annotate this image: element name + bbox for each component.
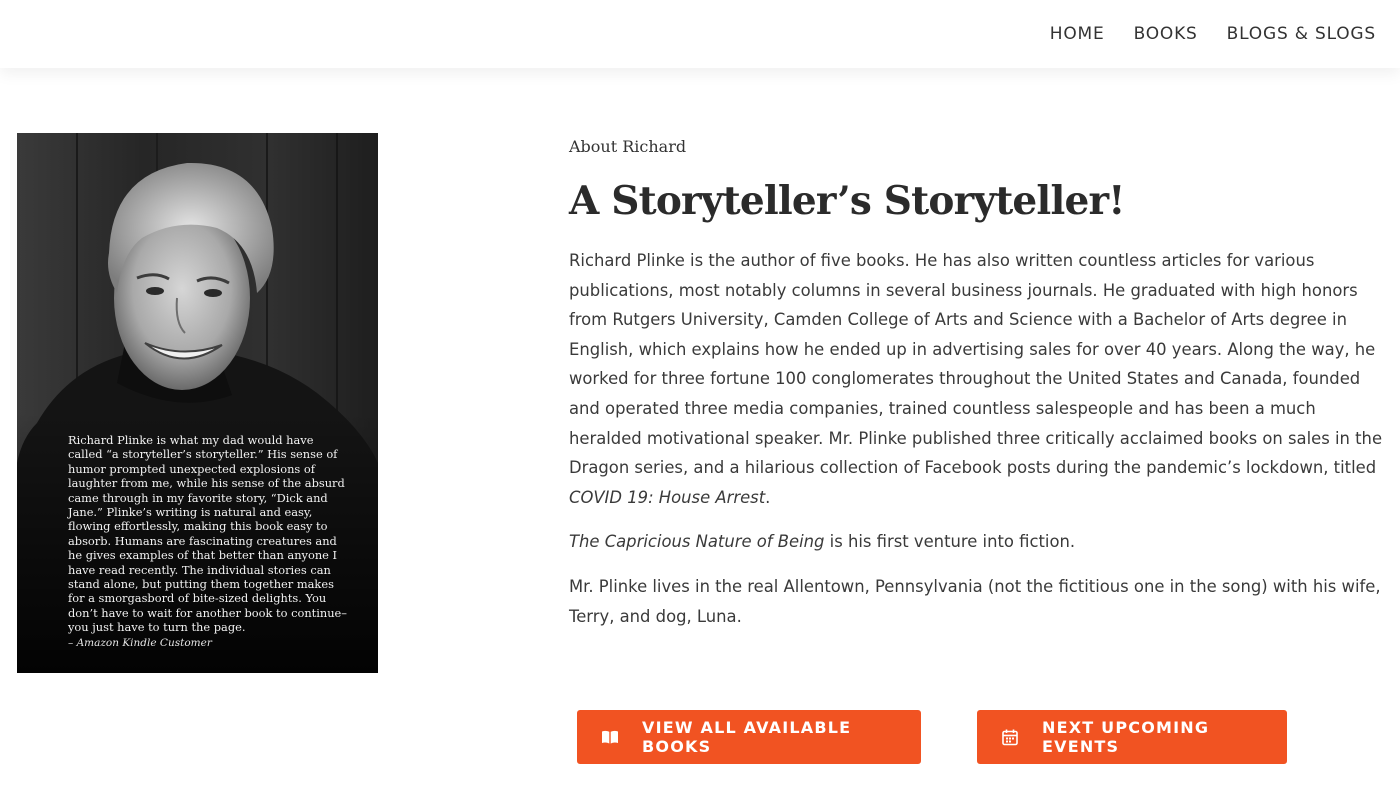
- nav-books[interactable]: BOOKS: [1134, 24, 1198, 44]
- bio-paragraph-2: The Capricious Nature of Being is his fi…: [569, 527, 1389, 557]
- nav-home[interactable]: HOME: [1050, 24, 1105, 44]
- bio-paragraph-3: Mr. Plinke lives in the real Allentown, …: [569, 576, 1381, 626]
- testimonial-attribution: – Amazon Kindle Customer: [68, 637, 212, 649]
- main-nav: HOME BOOKS BLOGS & SLOGS: [1050, 0, 1376, 68]
- book-title-capricious: The Capricious Nature of Being: [569, 532, 825, 552]
- site-header: HOME BOOKS BLOGS & SLOGS: [0, 0, 1400, 68]
- calendar-icon: [1001, 728, 1019, 746]
- author-photo-card: Richard Plinke is what my dad would have…: [17, 133, 378, 673]
- nav-blogs-slogs[interactable]: BLOGS & SLOGS: [1227, 24, 1376, 44]
- open-book-icon: [601, 728, 619, 746]
- view-books-label: VIEW ALL AVAILABLE BOOKS: [642, 718, 852, 756]
- bio-paragraph-1: Richard Plinke is the author of five boo…: [569, 246, 1389, 512]
- book-title-covid: COVID 19: House Arrest: [569, 487, 766, 507]
- upcoming-events-label: NEXT UPCOMING EVENTS: [1042, 718, 1210, 756]
- view-books-button[interactable]: VIEW ALL AVAILABLE BOOKS: [577, 710, 921, 764]
- section-eyebrow: About Richard: [569, 137, 687, 156]
- upcoming-events-button[interactable]: NEXT UPCOMING EVENTS: [977, 710, 1287, 764]
- bio-paragraph-2-text: is his first venture into fiction.: [824, 532, 1076, 552]
- testimonial-quote: Richard Plinke is what my dad would have…: [68, 433, 347, 635]
- about-section: About Richard A Storyteller’s Storytelle…: [569, 134, 1389, 631]
- bio-paragraph-1-end: .: [765, 487, 771, 507]
- page-title: A Storyteller’s Storyteller!: [569, 178, 1125, 224]
- bio-paragraph-1-text: Richard Plinke is the author of five boo…: [569, 251, 1383, 478]
